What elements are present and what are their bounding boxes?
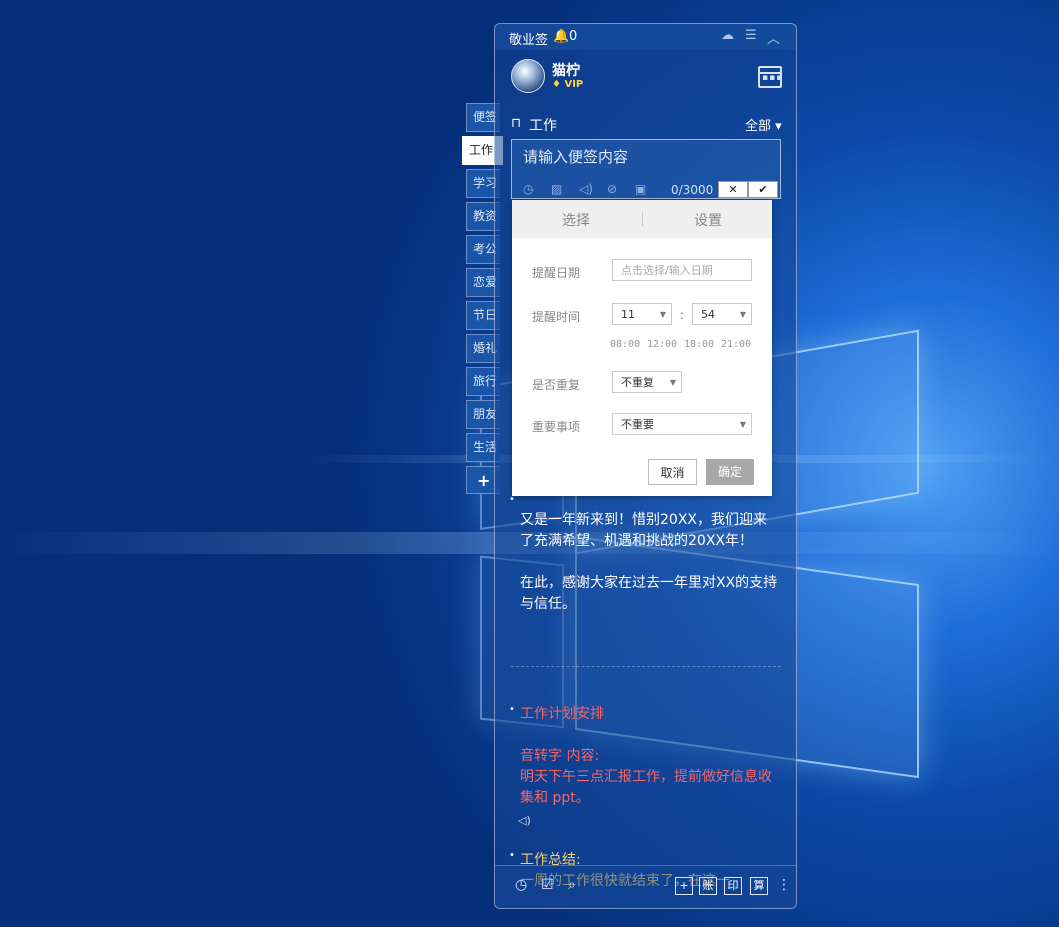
importance-select[interactable]: 不重要 ▼: [612, 413, 752, 435]
repeat-select[interactable]: 不重复 ▼: [612, 371, 682, 393]
chevron-down-icon: ▼: [669, 378, 676, 387]
cloud-sync-icon[interactable]: ☁: [721, 28, 734, 43]
cancel-edit-button[interactable]: ✕: [718, 181, 748, 198]
importance-label: 重要事项: [532, 420, 581, 434]
preset-time[interactable]: 12:00: [647, 339, 677, 350]
preset-time[interactable]: 18:00: [684, 339, 714, 350]
filter-label: 全部: [745, 119, 772, 134]
date-label: 提醒日期: [532, 266, 581, 280]
attachment-icon[interactable]: ⊘: [607, 182, 617, 196]
list-bullet: •: [509, 704, 515, 715]
account-button[interactable]: 账: [699, 877, 717, 895]
list-bullet: •: [509, 850, 515, 861]
more-icon[interactable]: ⋮: [777, 877, 791, 893]
note-item-text: 明天下午三点汇报工作，提前做好信息收集和 ppt。: [520, 769, 772, 806]
minute-value: 54: [701, 308, 715, 321]
search-icon[interactable]: ⌕: [568, 877, 576, 893]
preset-time[interactable]: 08:00: [610, 339, 640, 350]
calendar-icon[interactable]: [758, 66, 783, 88]
add-note-button[interactable]: +: [675, 877, 693, 895]
user-name: 猫柠: [552, 63, 580, 79]
vip-badge: ♦ VIP: [552, 79, 584, 90]
preset-time[interactable]: 21:00: [721, 339, 751, 350]
note-item-title[interactable]: 工作计划安排: [520, 704, 780, 725]
reminder-popup: 选择 设置 提醒日期 点击选择/输入日期 提醒时间 11 ▼ : 54 ▼ 08…: [512, 200, 772, 496]
cancel-button[interactable]: 取消: [648, 459, 697, 485]
repeat-label: 是否重复: [532, 378, 581, 392]
confirm-button[interactable]: 确定: [706, 459, 754, 485]
note-item-text: 音转字 内容:: [520, 748, 600, 764]
print-button[interactable]: 印: [724, 877, 742, 895]
tab-divider: [642, 212, 643, 226]
time-label: 提醒时间: [532, 310, 581, 324]
speaker-icon[interactable]: ◁): [518, 814, 531, 827]
note-paragraph: 在此，感谢大家在过去一年里对XX的支持与信任。: [520, 575, 778, 612]
tab-settings[interactable]: 设置: [694, 210, 722, 230]
notification-count: 0: [569, 29, 578, 44]
hour-value: 11: [621, 308, 635, 321]
menu-icon[interactable]: ☰: [745, 28, 757, 43]
checklist-icon[interactable]: ☑: [541, 877, 554, 893]
clock-icon[interactable]: ◷: [523, 182, 533, 196]
divider: [511, 666, 781, 667]
minute-select[interactable]: 54 ▼: [692, 303, 752, 325]
tab-select[interactable]: 选择: [562, 210, 590, 230]
editor-toolbar: ◷ ▨ ◁) ⊘ ▣ 0/3000 ✕ ✔: [511, 180, 779, 199]
calculator-button[interactable]: 算: [750, 877, 768, 895]
bottom-toolbar: ◷ ☑ ⌕ + 账 印 算 ⋮: [495, 865, 796, 908]
filter-dropdown[interactable]: 全部 ▾: [745, 115, 782, 134]
bookmark-icon: ⊓: [511, 116, 522, 131]
app-title: 敬业签: [509, 33, 549, 48]
popup-tabs: 选择 设置: [512, 200, 772, 238]
date-input[interactable]: 点击选择/输入日期: [612, 259, 752, 281]
collapse-icon[interactable]: ︿: [767, 28, 780, 47]
note-input-placeholder: 请输入便签内容: [523, 148, 629, 166]
image-icon[interactable]: ▨: [551, 182, 562, 196]
chevron-down-icon: ▼: [739, 420, 746, 429]
note-paragraph: 又是一年新来到！惜别20XX，我们迎来了充满希望、机遇和挑战的20XX年！: [520, 512, 767, 549]
avatar[interactable]: [511, 59, 545, 93]
repeat-value: 不重复: [621, 376, 654, 389]
history-icon[interactable]: ◷: [515, 877, 527, 893]
chevron-down-icon: ▼: [659, 310, 666, 319]
importance-value: 不重要: [621, 418, 654, 431]
audio-icon[interactable]: ◁): [579, 182, 593, 196]
title-bar: 敬业签 🔔 0 ☁ ☰ ︿: [495, 24, 796, 50]
time-separator: :: [680, 308, 685, 322]
template-icon[interactable]: ▣: [635, 182, 646, 196]
char-count: 0/3000: [671, 183, 714, 197]
note-item[interactable]: 又是一年新来到！惜别20XX，我们迎来了充满希望、机遇和挑战的20XX年！ 在此…: [520, 510, 780, 615]
hour-select[interactable]: 11 ▼: [612, 303, 672, 325]
category-title: 工作: [529, 118, 557, 134]
save-note-button[interactable]: ✔: [748, 181, 778, 198]
vip-label: VIP: [564, 79, 584, 90]
bell-icon[interactable]: 🔔: [553, 29, 569, 44]
chevron-down-icon: ▼: [739, 310, 746, 319]
